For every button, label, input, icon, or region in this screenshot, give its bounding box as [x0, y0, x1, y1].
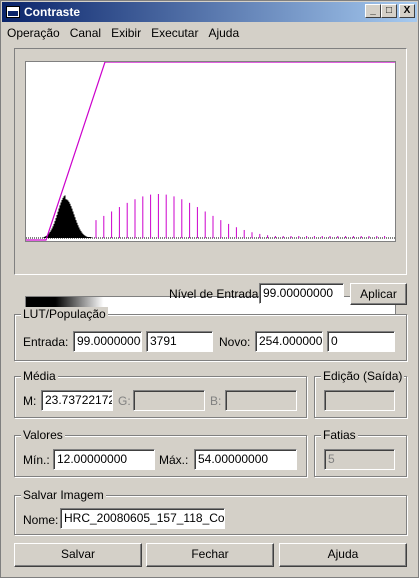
- menu-ajuda[interactable]: Ajuda: [203, 26, 244, 40]
- fatias-field: 5: [324, 449, 395, 470]
- media-g-field: [133, 390, 205, 411]
- menu-bar: Operação Canal Exibir Executar Ajuda: [2, 23, 417, 42]
- novo-label: Novo:: [219, 335, 251, 349]
- max-label: Máx.:: [159, 453, 189, 467]
- entrada-field[interactable]: 99.00000000: [73, 331, 142, 352]
- nivel-entrada-field[interactable]: 99.00000000: [259, 283, 344, 304]
- populacao-field[interactable]: 3791: [146, 331, 213, 352]
- max-field[interactable]: 54.00000000: [194, 449, 297, 470]
- min-field[interactable]: 12.00000000: [53, 449, 155, 470]
- aplicar-button[interactable]: Aplicar: [350, 283, 407, 305]
- close-button[interactable]: X: [399, 4, 415, 18]
- contraste-window: Contraste _ □ X Operação Canal Exibir Ex…: [0, 0, 419, 578]
- novo-field[interactable]: 254.0000000: [255, 331, 323, 352]
- valores-legend: Valores: [21, 428, 65, 442]
- minimize-button[interactable]: _: [365, 4, 381, 18]
- menu-executar[interactable]: Executar: [146, 26, 203, 40]
- maximize-button[interactable]: □: [381, 4, 397, 18]
- lut-curve: [26, 61, 395, 241]
- nome-field[interactable]: HRC_20080605_157_118_Cont: [60, 508, 225, 529]
- menu-operacao[interactable]: Operação: [2, 26, 65, 40]
- histogram-plot: [26, 61, 395, 241]
- menu-exibir[interactable]: Exibir: [106, 26, 146, 40]
- window-title: Contraste: [24, 5, 81, 19]
- min-label: Mín.:: [23, 453, 50, 467]
- nome-label: Nome:: [23, 513, 59, 527]
- fatias-legend: Fatias: [321, 428, 358, 442]
- salvar-legend: Salvar Imagem: [21, 488, 106, 502]
- app-icon: [6, 6, 20, 18]
- title-bar[interactable]: Contraste _ □ X: [2, 2, 417, 22]
- histogram-canvas[interactable]: [25, 61, 396, 242]
- m-label: M:: [23, 394, 37, 408]
- fechar-button[interactable]: Fechar: [146, 543, 274, 567]
- media-b-field: [225, 390, 297, 411]
- histogram-panel: [14, 48, 407, 316]
- salvar-button[interactable]: Salvar: [14, 543, 142, 567]
- ajuda-button[interactable]: Ajuda: [279, 543, 407, 567]
- g-label: G:: [118, 394, 131, 408]
- lut-legend: LUT/População: [21, 307, 108, 321]
- novo-extra-field[interactable]: 0: [327, 331, 395, 352]
- menu-canal[interactable]: Canal: [65, 26, 106, 40]
- nivel-entrada-label: Nível de Entrada:: [169, 287, 262, 301]
- media-legend: Média: [21, 369, 58, 383]
- edicao-field: [324, 390, 395, 411]
- media-m-field[interactable]: 23.73722172: [41, 390, 113, 411]
- b-label: B:: [210, 394, 222, 408]
- entrada-label: Entrada:: [23, 335, 69, 349]
- edicao-legend: Edição (Saída): [321, 369, 405, 383]
